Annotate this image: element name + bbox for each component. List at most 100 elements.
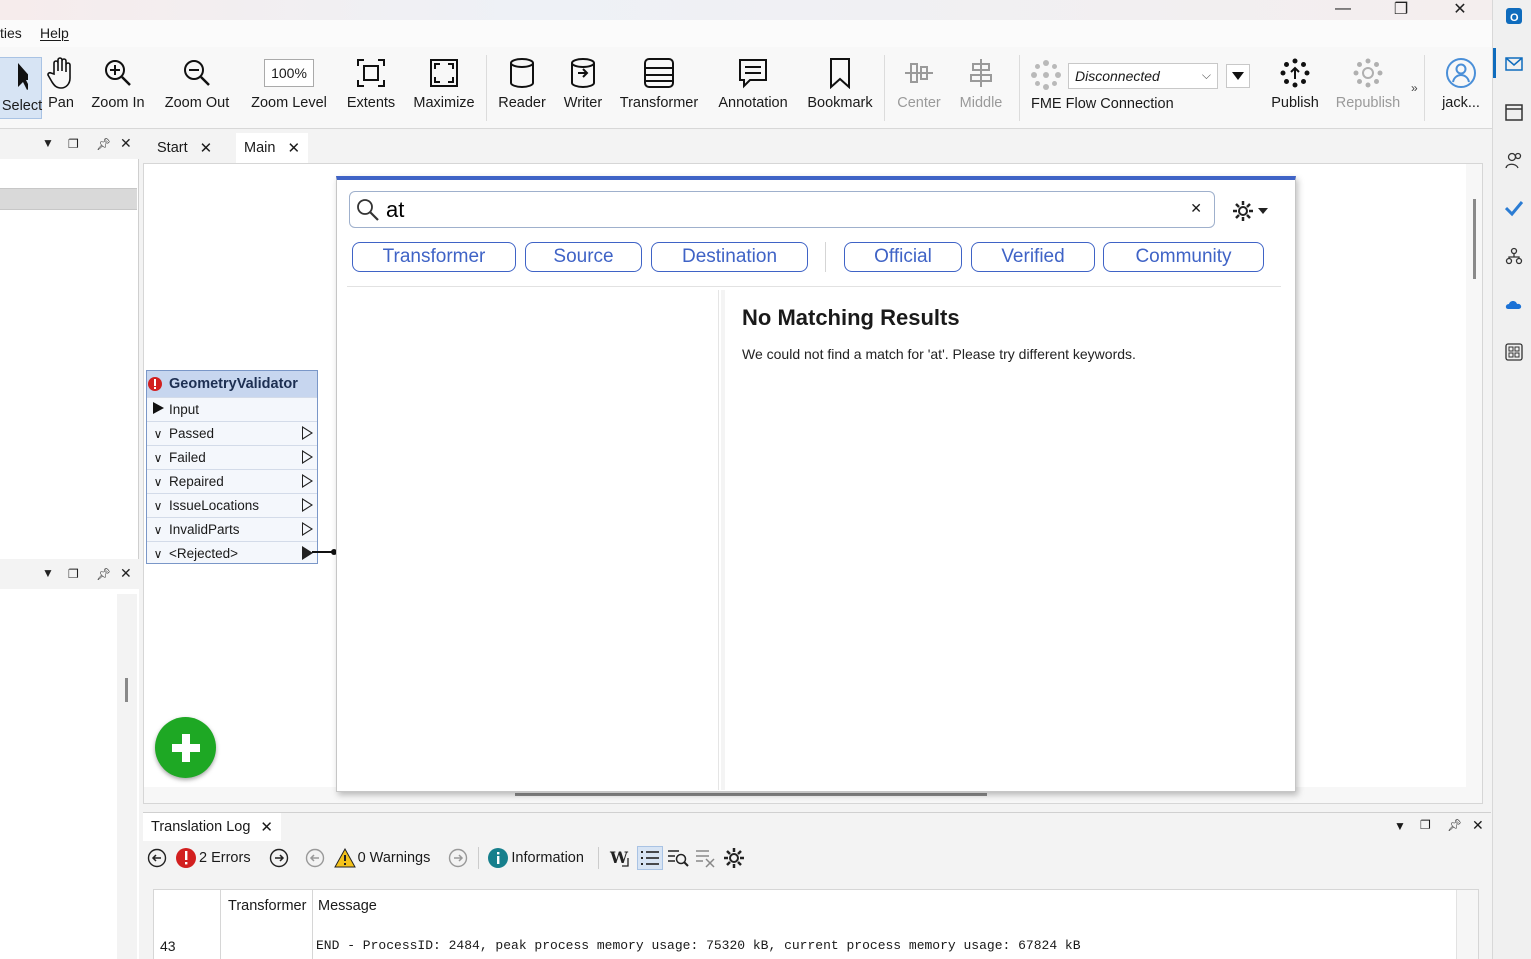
middle-align-button[interactable]: Middle [956,55,1006,121]
publish-button[interactable]: Publish [1268,55,1322,121]
next-warning-icon[interactable] [448,848,468,868]
pan-tool-button[interactable]: Pan [46,55,76,121]
people-icon[interactable] [1505,151,1523,169]
find-icon[interactable] [667,847,689,869]
clear-log-icon[interactable] [695,847,717,869]
center-align-button[interactable]: Center [896,55,942,121]
annotation-button[interactable]: Annotation [715,55,791,121]
log-toolbar: 2 Errors 0 Warnings Information W [143,843,1491,873]
geometry-validator-node[interactable]: GeometryValidator Input ∨ Passed ∨ Faile… [146,370,318,564]
add-transformer-button[interactable] [155,717,216,778]
calendar-icon[interactable] [1505,103,1523,121]
clear-search-icon[interactable]: ✕ [1190,200,1202,217]
results-list[interactable] [347,290,719,790]
line-numbers-toggle[interactable] [636,846,663,870]
close-tab-icon[interactable]: ✕ [287,139,300,157]
quick-add-search-box[interactable]: ✕ [349,191,1215,228]
log-scrollbar[interactable] [1456,890,1478,959]
quick-add-search-input[interactable] [386,196,1166,223]
tab-start[interactable]: Start ✕ [149,133,220,163]
filter-source[interactable]: Source [525,242,642,272]
gear-icon[interactable] [723,847,745,869]
org-chart-icon[interactable] [1505,247,1523,265]
results-splitter[interactable] [721,290,725,790]
pane-menu-dropdown-icon[interactable]: ▼ [42,566,54,580]
dropdown-triangle-icon [1258,208,1268,214]
canvas-vertical-scrollbar[interactable] [1466,164,1482,787]
pin-icon[interactable]: 📌︎ [96,567,111,581]
onedrive-cloud-icon[interactable] [1505,295,1523,313]
warnings-filter[interactable]: 0 Warnings [358,850,431,866]
output-port-invalidparts[interactable]: ∨ InvalidParts [147,517,317,541]
node-header[interactable]: GeometryValidator [147,371,317,397]
column-header-message[interactable]: Message [318,898,377,914]
tab-translation-log[interactable]: Translation Log ✕ [143,813,281,841]
zoom-out-button[interactable]: Zoom Out [163,55,231,121]
filter-community[interactable]: Community [1103,242,1264,272]
settings-menu-button[interactable] [1232,200,1268,222]
mail-icon[interactable] [1505,55,1523,73]
maximize-button[interactable]: Maximize [413,55,475,121]
selected-tree-row[interactable] [0,188,137,210]
pin-icon[interactable]: 📌︎ [1447,818,1462,832]
user-account-button[interactable]: jack... [1440,55,1482,121]
float-pane-icon[interactable]: ❐ [68,137,79,151]
apps-grid-icon[interactable] [1505,343,1523,361]
restore-button[interactable]: ❐ [1378,0,1424,18]
outlook-icon[interactable]: O [1505,7,1523,25]
writer-button[interactable]: Writer [561,55,605,121]
information-filter[interactable]: Information [511,850,584,866]
filter-transformer[interactable]: Transformer [352,242,516,272]
zoom-in-button[interactable]: Zoom In [90,55,146,121]
pane-scrollbar[interactable] [117,594,137,959]
republish-button[interactable]: Republish [1334,55,1402,121]
output-port-repaired[interactable]: ∨ Repaired [147,469,317,493]
close-tab-icon[interactable]: ✕ [200,139,213,157]
extents-button[interactable]: Extents [347,55,395,121]
close-tab-icon[interactable]: ✕ [260,818,273,836]
log-message[interactable]: END - ProcessID: 2484, peak process memo… [316,938,1081,953]
close-window-button[interactable]: ✕ [1437,0,1483,18]
scrollbar-thumb[interactable] [125,678,128,702]
next-error-icon[interactable] [269,848,289,868]
float-pane-icon[interactable]: ❐ [1420,818,1431,832]
previous-error-icon[interactable] [147,848,167,868]
connection-select[interactable]: Disconnected ⌵ [1068,63,1218,89]
pane-menu-dropdown-icon[interactable]: ▼ [42,136,54,150]
toolbar-overflow-button[interactable]: » [1411,81,1418,95]
zoom-level-button[interactable]: 100% Zoom Level [250,55,328,121]
pane-menu-dropdown-icon[interactable]: ▼ [1394,819,1406,833]
zoom-level-field[interactable]: 100% [264,59,314,87]
filter-destination[interactable]: Destination [651,242,808,272]
output-port-failed[interactable]: ∨ Failed [147,445,317,469]
column-header-transformer[interactable]: Transformer [228,898,306,914]
todo-check-icon[interactable] [1504,199,1524,217]
filter-official[interactable]: Official [844,242,962,272]
minimize-button[interactable]: — [1320,0,1366,18]
float-pane-icon[interactable]: ❐ [68,567,79,581]
pin-icon[interactable]: 📌︎ [96,137,111,151]
select-tool-button[interactable]: Select [0,57,42,119]
output-port-passed[interactable]: ∨ Passed [147,421,317,445]
column-divider [220,890,221,959]
word-wrap-icon[interactable]: W [609,847,631,869]
output-port-rejected[interactable]: ∨ <Rejected> [147,541,317,565]
output-port-issuelocations[interactable]: ∨ IssueLocations [147,493,317,517]
input-port[interactable]: Input [147,397,317,421]
menu-item-help[interactable]: Help [40,25,69,41]
scrollbar-thumb[interactable] [1473,199,1476,279]
transformer-button[interactable]: Transformer [618,55,700,121]
bookmark-button[interactable]: Bookmark [806,55,874,121]
connection-menu-button[interactable] [1226,64,1250,88]
close-pane-icon[interactable]: ✕ [1472,817,1484,834]
tab-main[interactable]: Main ✕ [236,133,309,163]
scrollbar-thumb[interactable] [515,793,987,796]
previous-warning-icon[interactable] [305,848,325,868]
menu-item-properties[interactable]: ties [0,25,22,41]
log-table[interactable]: Transformer Message 43 END - ProcessID: … [153,889,1479,959]
close-pane-icon[interactable]: ✕ [120,565,132,582]
reader-button[interactable]: Reader [498,55,546,121]
filter-verified[interactable]: Verified [971,242,1095,272]
errors-filter[interactable]: 2 Errors [199,850,251,866]
close-pane-icon[interactable]: ✕ [120,135,132,152]
